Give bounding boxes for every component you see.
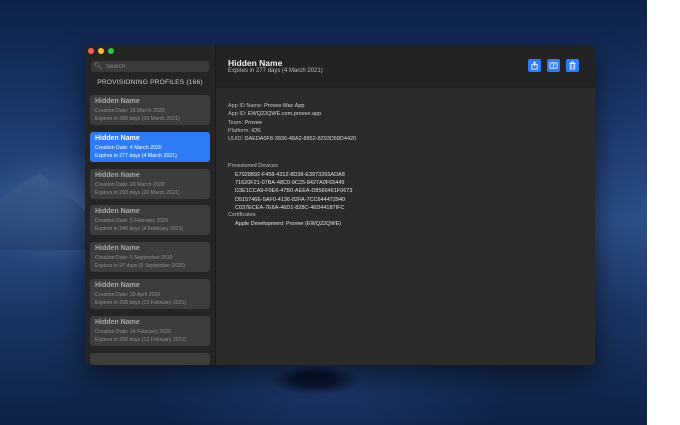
provisioned-devices-heading: Provisioned Devices bbox=[228, 163, 278, 169]
profile-card[interactable]: Hidden Name Creation Date: 6 September 2… bbox=[90, 242, 210, 273]
show-in-finder-button[interactable] bbox=[547, 59, 560, 72]
profile-card[interactable]: Hidden Name Creation Date: 20 April 2020… bbox=[90, 278, 210, 309]
close-window-button[interactable] bbox=[88, 48, 94, 54]
share-button[interactable] bbox=[528, 59, 541, 72]
profile-expiry: Expires in 258 days (13 February 2021) bbox=[95, 336, 187, 343]
team-row: Team: Provee bbox=[228, 119, 356, 127]
profile-card-selected[interactable]: Hidden Name Creation Date: 4 March 2020 … bbox=[90, 131, 210, 162]
device-uuid: D3E1CCA9-F0E6-47B0-AEEA-D8566461F0673 bbox=[235, 188, 353, 195]
window-controls bbox=[88, 48, 114, 54]
platform-row: Platform: iOS bbox=[228, 127, 356, 135]
uuid-label: UUID: bbox=[228, 136, 243, 143]
profile-card[interactable]: Hidden Name Creation Date: 16 March 2020… bbox=[90, 95, 210, 125]
device-uuid: E7928892-F458-4312-8D38-E3973265ADA8 bbox=[235, 172, 345, 178]
profile-expiry-subtitle: Expires in 277 days (4 March 2021) bbox=[228, 68, 323, 74]
profile-name: Hidden Name bbox=[95, 171, 140, 179]
app-window: 🔍︎ PROVISIONING PROFILES (166) Hidden Na… bbox=[85, 45, 595, 365]
profile-expiry: Expires in 293 days (20 March 2021) bbox=[95, 189, 180, 196]
minimize-window-button[interactable] bbox=[98, 48, 104, 54]
profile-info: App ID Name: Provee Mac App App ID: EWQ2… bbox=[228, 102, 356, 143]
profile-name: Hidden Name bbox=[95, 245, 140, 253]
device-list: E7928892-F458-4312-8D38-E3973265ADA8 716… bbox=[235, 171, 352, 212]
profile-expiry: Expires in 249 days (4 February 2021) bbox=[95, 226, 184, 233]
profile-expiry: Expires in 258 days (13 February 2021) bbox=[95, 299, 187, 306]
delete-button[interactable] bbox=[566, 59, 579, 72]
share-icon bbox=[531, 61, 538, 70]
wallpaper-rock bbox=[270, 365, 360, 395]
app-id-name-row: App ID Name: Provee Mac App bbox=[228, 102, 356, 110]
profile-list: Hidden Name Creation Date: 16 March 2020… bbox=[90, 95, 210, 365]
profile-creation-date: Creation Date: 20 April 2020 bbox=[95, 291, 161, 298]
profile-creation-date: Creation Date: 6 September 2019 bbox=[95, 255, 173, 262]
detail-pane: Hidden Name Expires in 277 days (4 March… bbox=[216, 45, 595, 365]
profile-name: Hidden Name bbox=[95, 134, 140, 142]
profile-name: Hidden Name bbox=[95, 281, 140, 289]
device-uuid: 71620F21-07BA-48C0-9C25-8427A0F65449 bbox=[235, 180, 345, 187]
profile-card-partial[interactable] bbox=[90, 352, 210, 365]
certificates-heading: Certificates bbox=[228, 212, 256, 218]
profile-creation-date: Creation Date: 14 February 2020 bbox=[95, 328, 171, 335]
team-value: Provee bbox=[244, 119, 262, 126]
profile-name: Hidden Name bbox=[95, 318, 140, 326]
app-id-name-label: App ID Name: bbox=[228, 103, 263, 109]
profile-card[interactable]: Hidden Name Creation Date: 20 March 2020… bbox=[90, 168, 210, 199]
profile-creation-date: Creation Date: 5 February 2020 bbox=[95, 218, 168, 225]
team-label: Team: bbox=[228, 119, 243, 126]
zoom-window-button[interactable] bbox=[108, 48, 114, 54]
certificate-entry: Apple Development: Provee (EWQ22QWE) bbox=[235, 221, 342, 227]
finder-icon bbox=[549, 62, 558, 69]
sidebar-title: PROVISIONING PROFILES (166) bbox=[97, 79, 203, 86]
profile-name: Hidden Name bbox=[95, 98, 140, 105]
uuid-row: UUID: DAEDA0F8-3836-48A2-8862-8293D58D44… bbox=[228, 135, 356, 143]
search-field[interactable]: 🔍︎ bbox=[91, 61, 209, 72]
uuid-value: DAEDA0F8-3836-48A2-8862-8293D58D4420 bbox=[244, 136, 357, 143]
detail-header: Hidden Name Expires in 277 days (4 March… bbox=[216, 45, 595, 88]
app-id-name-value: Provee Mac App bbox=[264, 103, 305, 109]
profile-creation-date: Creation Date: 20 March 2020 bbox=[95, 181, 165, 188]
profile-card[interactable]: Hidden Name Creation Date: 5 February 20… bbox=[90, 205, 210, 236]
profile-title: Hidden Name bbox=[228, 58, 283, 68]
search-input[interactable] bbox=[105, 63, 206, 70]
magnifier-icon: 🔍︎ bbox=[94, 63, 103, 70]
app-id-row: App ID: EWQ22QWE.com.provee.app bbox=[228, 110, 356, 118]
profile-name: Hidden Name bbox=[95, 208, 140, 216]
profile-card[interactable]: Hidden Name Creation Date: 14 February 2… bbox=[90, 315, 210, 346]
header-actions bbox=[528, 59, 579, 72]
profile-expiry: Expires in 97 days (5 September 2020) bbox=[95, 263, 185, 270]
app-id-label: App ID: bbox=[228, 111, 247, 118]
profile-creation-date: Creation Date: 16 March 2020 bbox=[95, 108, 165, 114]
platform-label: Platform: bbox=[228, 127, 251, 134]
device-uuid: D515746E-5AF0-4136-82FA-7CC644472940 bbox=[235, 196, 346, 203]
app-id-value: EWQ22QWE.com.provee.app bbox=[247, 111, 322, 118]
certificate-list: Apple Development: Provee (EWQ22QWE) bbox=[235, 220, 341, 228]
trash-icon bbox=[569, 61, 576, 70]
profile-expiry: Expires in 289 days (16 March 2021) bbox=[95, 116, 180, 122]
platform-value: iOS bbox=[251, 127, 261, 134]
device-uuid: C037ECEA-7E6A-46D1-828C-46D44187IFC bbox=[235, 204, 345, 211]
profile-expiry: Expires in 277 days (4 March 2021) bbox=[95, 152, 177, 159]
profile-creation-date: Creation Date: 4 March 2020 bbox=[95, 144, 162, 151]
sidebar: 🔍︎ PROVISIONING PROFILES (166) Hidden Na… bbox=[85, 45, 216, 365]
